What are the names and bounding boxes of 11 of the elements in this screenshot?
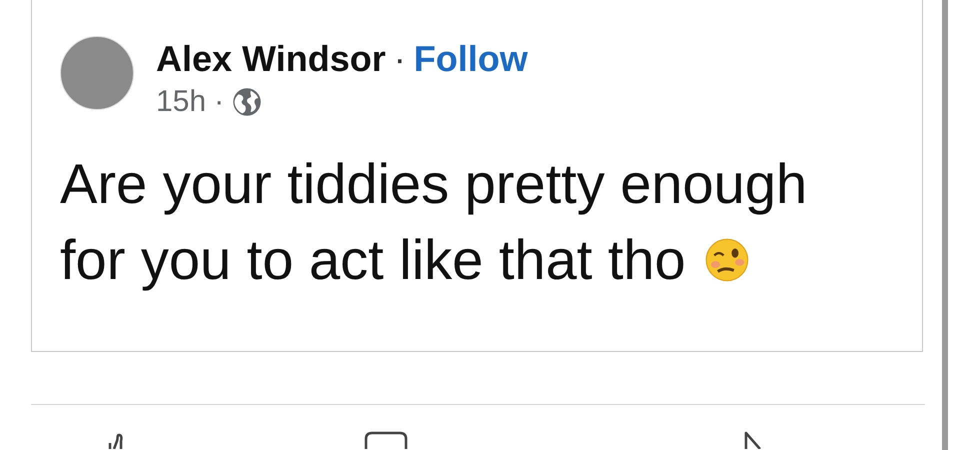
separator-dot: · [214,84,224,120]
speech-bubble-icon[interactable] [364,431,408,449]
post-text: Are your tiddies pretty enough [60,151,808,217]
face-emoji-icon [704,237,750,283]
post-text: for you to act like that tho [60,227,686,293]
globe-icon [232,87,262,117]
author-name[interactable]: Alex Windsor [156,38,386,80]
post-time[interactable]: 15h [156,84,206,120]
follow-link[interactable]: Follow [414,38,528,80]
scrollbar[interactable] [942,0,948,450]
separator-dot: · [394,38,406,80]
